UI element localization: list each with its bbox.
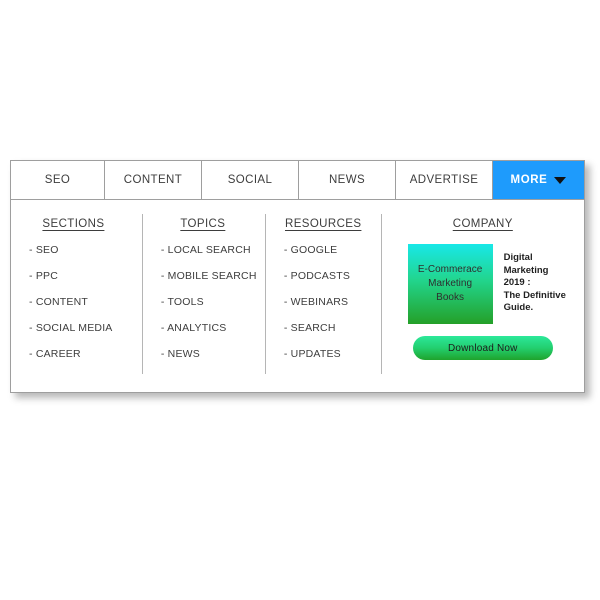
list-item[interactable]: - UPDATES [284, 348, 371, 360]
nav-tab-advertise[interactable]: ADVERTISE [396, 161, 493, 199]
book-cover-line-1: E-Commerace [417, 264, 483, 275]
list-item[interactable]: - SEO [29, 244, 132, 256]
list-item[interactable]: - WEBINARS [284, 296, 371, 308]
mega-menu-widget: SEO CONTENT SOCIAL NEWS ADVERTISE MORE S… [10, 160, 585, 393]
menu-list-sections: - SEO - PPC - CONTENT - SOCIAL MEDIA - C… [21, 244, 132, 360]
nav-tab-label: NEWS [328, 174, 366, 186]
nav-tab-label: SOCIAL [227, 174, 273, 186]
mega-dropdown-panel: SECTIONS - SEO - PPC - CONTENT - SOCIAL … [10, 200, 585, 393]
dropdown-column-sections: SECTIONS - SEO - PPC - CONTENT - SOCIAL … [11, 214, 142, 374]
dropdown-column-company: COMPANY E-Commerace Marketing Books Digi… [380, 214, 584, 374]
promo-description-line-4: Guide. [503, 302, 534, 313]
nav-tab-more[interactable]: MORE [493, 161, 584, 199]
caret-down-icon [554, 176, 567, 184]
book-cover-line-3: Books [436, 292, 464, 303]
nav-tab-content[interactable]: CONTENT [105, 161, 202, 199]
column-heading-sections: SECTIONS [42, 218, 105, 230]
column-heading-company: COMPANY [452, 218, 513, 230]
nav-tab-label: MORE [510, 174, 548, 186]
list-item[interactable]: - LOCAL SEARCH [161, 244, 255, 256]
main-navigation-bar: SEO CONTENT SOCIAL NEWS ADVERTISE MORE [10, 160, 585, 200]
nav-tab-seo[interactable]: SEO [11, 161, 105, 199]
nav-tab-news[interactable]: NEWS [299, 161, 396, 199]
menu-list-resources: - GOOGLE - PODCASTS - WEBINARS - SEARCH … [276, 244, 371, 360]
promo-description-line-1: Digital Marketing [503, 252, 549, 276]
menu-list-topics: - LOCAL SEARCH - MOBILE SEARCH - TOOLS -… [153, 244, 257, 360]
nav-tab-label: SEO [44, 174, 71, 186]
list-item[interactable]: - TOOLS [161, 296, 255, 308]
promo-description: Digital Marketing 2019 : The Definitive … [504, 244, 570, 324]
promo-description-line-2: 2019 : [503, 277, 531, 288]
promo-description-line-3: The Definitive [503, 289, 566, 301]
list-item[interactable]: - GOOGLE [284, 244, 371, 256]
dropdown-column-topics: TOPICS - LOCAL SEARCH - MOBILE SEARCH - … [141, 214, 265, 374]
list-item[interactable]: - NEWS [161, 348, 255, 360]
list-item[interactable]: - SEARCH [284, 322, 371, 334]
page-canvas: SEO CONTENT SOCIAL NEWS ADVERTISE MORE S… [0, 0, 600, 600]
nav-tab-label: ADVERTISE [409, 174, 479, 186]
nav-tab-social[interactable]: SOCIAL [202, 161, 299, 199]
dropdown-column-resources: RESOURCES - GOOGLE - PODCASTS - WEBINARS… [264, 214, 381, 374]
list-item[interactable]: - SOCIAL MEDIA [29, 322, 132, 334]
list-item[interactable]: - MOBILE SEARCH [161, 270, 257, 282]
column-heading-resources: RESOURCES [284, 218, 362, 230]
list-item[interactable]: - CAREER [29, 348, 132, 360]
list-item[interactable]: - CONTENT [29, 296, 132, 308]
promo-block: E-Commerace Marketing Books Digital Mark… [392, 244, 574, 324]
book-cover-line-2: Marketing [428, 278, 473, 289]
list-item[interactable]: - PODCASTS [284, 270, 371, 282]
nav-tab-label: CONTENT [123, 174, 183, 186]
download-now-button[interactable]: Download Now [412, 336, 553, 360]
column-heading-topics: TOPICS [180, 218, 226, 230]
book-cover-thumbnail[interactable]: E-Commerace Marketing Books [407, 244, 493, 324]
list-item[interactable]: - PPC [29, 270, 132, 282]
list-item[interactable]: - ANALYTICS [161, 322, 255, 334]
